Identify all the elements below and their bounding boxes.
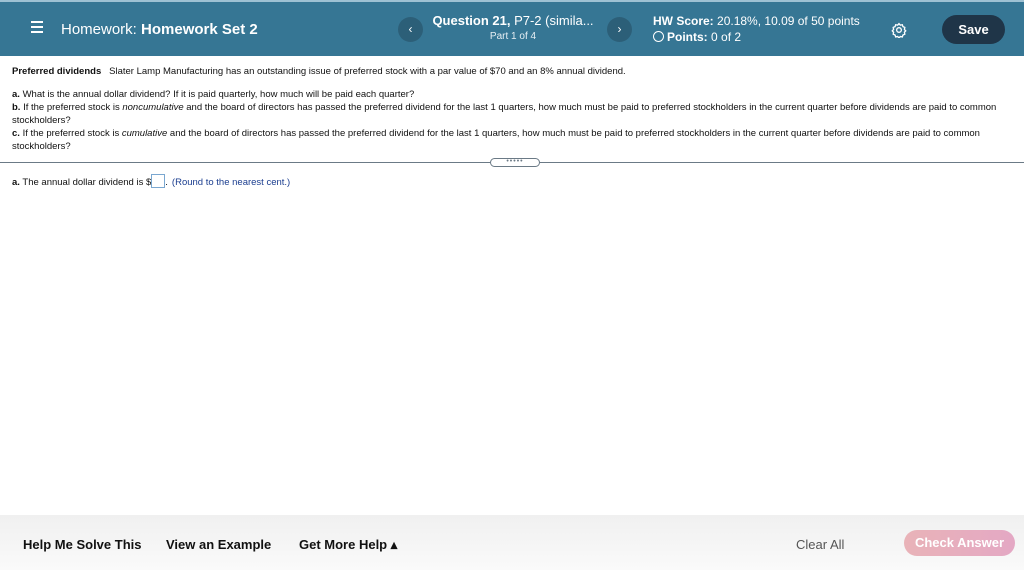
question-title: P7-2 (simila...	[510, 13, 594, 28]
clear-all-button[interactable]: Clear All	[796, 537, 844, 552]
homework-name: Homework Set 2	[141, 21, 258, 38]
save-button[interactable]: Save	[942, 15, 1005, 44]
points-label: Points:	[667, 30, 708, 44]
question-info[interactable]: Question 21, P7-2 (simila... Part 1 of 4	[428, 13, 598, 42]
rounding-hint: (Round to the nearest cent.)	[171, 177, 291, 188]
problem-intro: Slater Lamp Manufacturing has an outstan…	[109, 66, 626, 77]
problem-title: Preferred dividends	[12, 66, 102, 77]
next-question-button[interactable]: ›	[607, 17, 632, 42]
check-answer-button[interactable]: Check Answer	[904, 530, 1015, 556]
part-b-text: If the preferred stock is	[20, 102, 123, 113]
footer-bar: Help Me Solve This View an Example Get M…	[0, 515, 1024, 570]
homework-label: Homework:	[61, 21, 137, 38]
progress-circle-icon	[653, 31, 664, 42]
part-c-emphasis: cumulative	[121, 128, 168, 139]
answer-row: a. The annual dollar dividend is $. (Roun…	[12, 174, 290, 190]
help-me-solve-button[interactable]: Help Me Solve This	[23, 537, 141, 552]
question-part: Part 1 of 4	[489, 31, 537, 42]
top-bar: Homework: Homework Set 2 ‹ Question 21, …	[0, 0, 1024, 56]
annual-dividend-input[interactable]	[151, 174, 166, 188]
answer-suffix: .	[165, 177, 168, 188]
part-a-label: a.	[12, 89, 20, 100]
part-c-text: If the preferred stock is	[19, 128, 122, 139]
answer-label: a.	[12, 177, 20, 188]
part-c: c. If the preferred stock is cumulative …	[12, 127, 1012, 153]
hw-score-label: HW Score:	[653, 14, 714, 28]
expand-handle[interactable]: •••••	[490, 158, 540, 167]
problem-statement: Preferred dividends Slater Lamp Manufact…	[12, 65, 1012, 153]
part-a-text: What is the annual dollar dividend? If i…	[19, 89, 415, 100]
part-c-label: c.	[12, 128, 20, 139]
get-more-help-button[interactable]: Get More Help ▴	[299, 537, 397, 553]
part-b: b. If the preferred stock is noncumulati…	[12, 101, 1012, 127]
part-b-emphasis: noncumulative	[122, 102, 184, 113]
previous-question-button[interactable]: ‹	[398, 17, 423, 42]
homework-title: Homework: Homework Set 2	[61, 21, 258, 38]
view-example-button[interactable]: View an Example	[166, 537, 271, 552]
points-value: 0 of 2	[707, 30, 742, 44]
part-a: a. What is the annual dollar dividend? I…	[12, 88, 1012, 101]
score-panel: HW Score: 20.18%, 10.09 of 50 points Poi…	[653, 13, 860, 45]
gear-icon[interactable]	[891, 22, 907, 38]
answer-text: The annual dollar dividend is $	[19, 177, 152, 188]
question-number: Question 21,	[432, 13, 511, 28]
hamburger-icon[interactable]	[31, 21, 43, 33]
hw-score-value: 20.18%, 10.09 of 50 points	[713, 14, 860, 28]
